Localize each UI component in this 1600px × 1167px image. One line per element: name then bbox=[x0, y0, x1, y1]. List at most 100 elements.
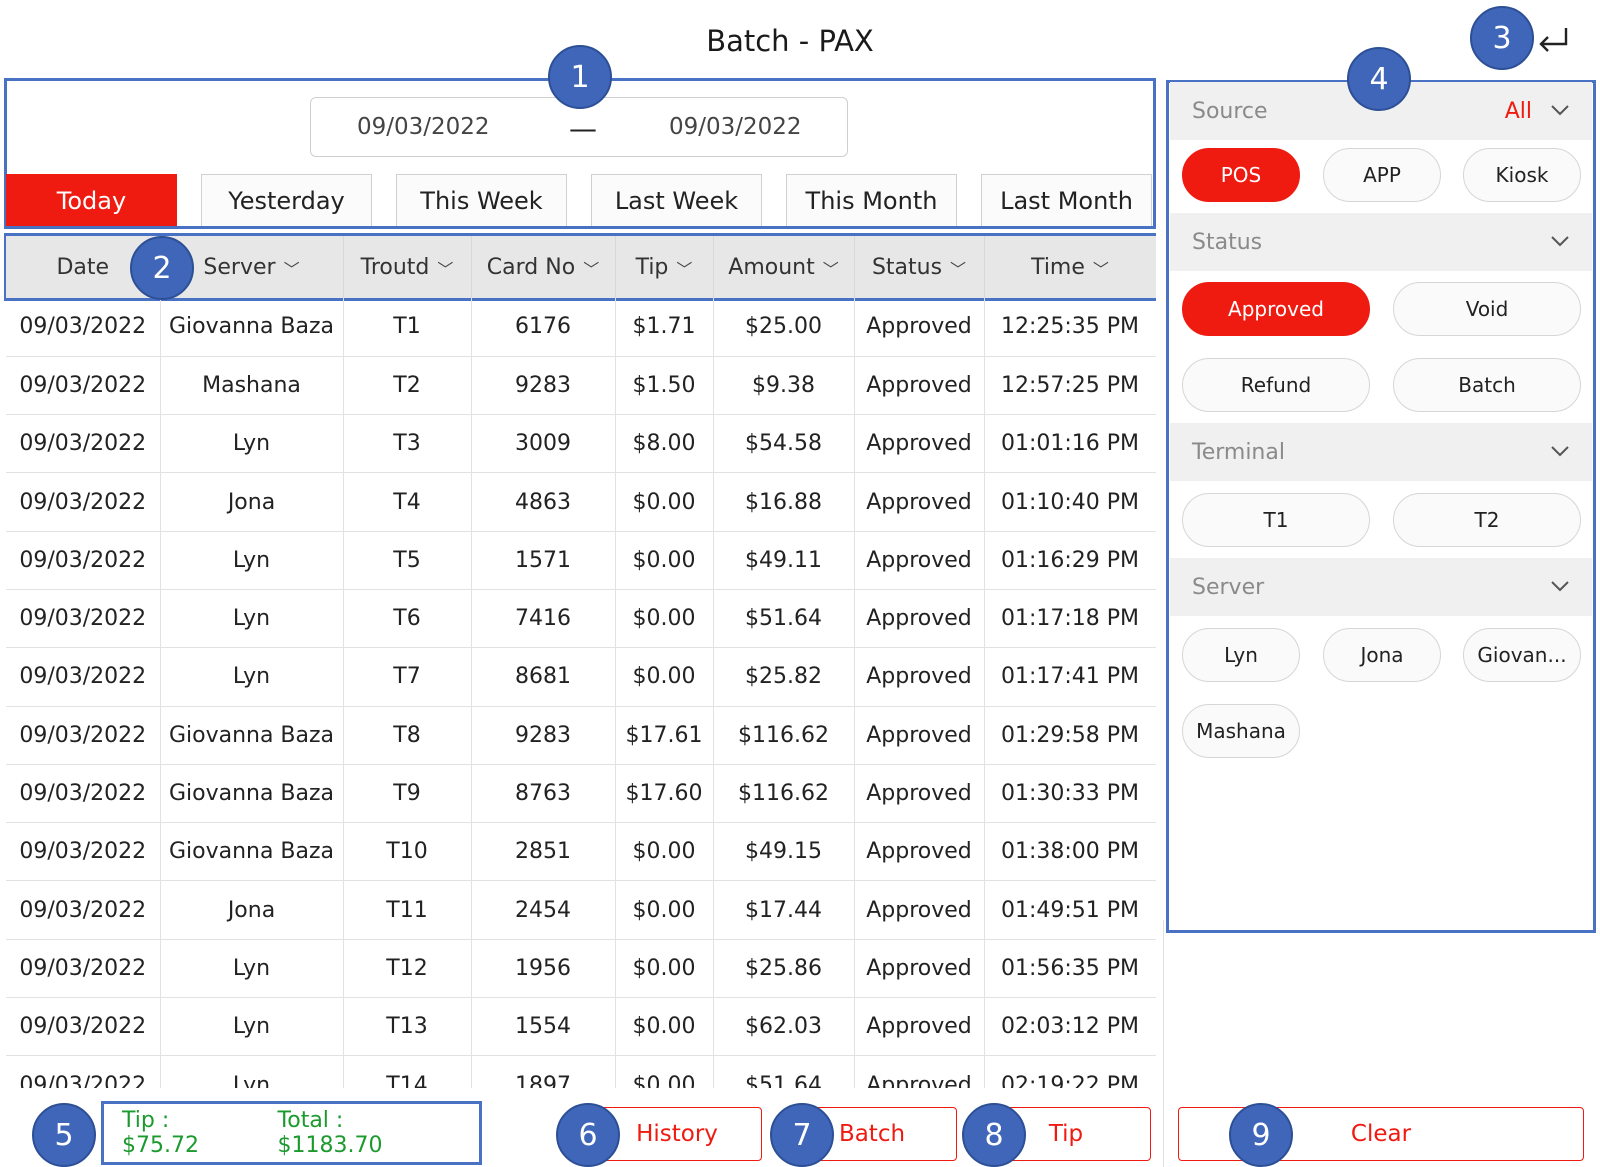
chevron-down-icon bbox=[1551, 446, 1569, 457]
chevron-down-icon bbox=[1551, 105, 1569, 116]
cell-time: 02:03:12 PM bbox=[984, 997, 1156, 1057]
column-header-card-no[interactable]: Card No ﹀ bbox=[471, 236, 616, 298]
cell-status: Approved bbox=[854, 531, 985, 590]
column-header-tip[interactable]: Tip ﹀ bbox=[615, 236, 714, 298]
column-header-status[interactable]: Status ﹀ bbox=[854, 236, 985, 298]
filter-chip-status-batch[interactable]: Batch bbox=[1393, 358, 1581, 412]
filter-section-label: Source bbox=[1192, 98, 1268, 124]
table-row[interactable]: 09/03/2022 Lyn T12 1956 $0.00 $25.86 Approved 0… bbox=[6, 939, 1156, 999]
chevron-down-icon: ﹀ bbox=[822, 259, 839, 279]
cell-amount: $116.62 bbox=[713, 764, 855, 824]
callout-1: 1 bbox=[548, 45, 612, 109]
table-row[interactable]: 09/03/2022 Giovanna Baza T1 6176 $1.71 $25.00… bbox=[6, 298, 1156, 357]
filter-chip-status-void[interactable]: Void bbox=[1393, 282, 1581, 336]
cell-amount: $16.88 bbox=[713, 472, 855, 532]
cell-troutd: T12 bbox=[343, 939, 472, 999]
chevron-down-icon: ﹀ bbox=[283, 259, 300, 279]
filter-section-server[interactable]: Server bbox=[1170, 558, 1592, 616]
cell-tip: $0.00 bbox=[615, 997, 714, 1057]
column-header-troutd[interactable]: Troutd ﹀ bbox=[343, 236, 472, 298]
cell-amount: $116.62 bbox=[713, 706, 855, 765]
cell-time: 12:25:35 PM bbox=[984, 298, 1156, 357]
column-header-time[interactable]: Time ﹀ bbox=[984, 236, 1156, 298]
cell-server: Lyn bbox=[160, 939, 344, 999]
table-row[interactable]: 09/03/2022 Jona T4 4863 $0.00 $16.88 Approved 0… bbox=[6, 472, 1156, 532]
chevron-down-icon: ﹀ bbox=[676, 259, 693, 279]
cell-card-no: 1554 bbox=[471, 997, 616, 1057]
table-row[interactable]: 09/03/2022 Jona T11 2454 $0.00 $17.44 Approved… bbox=[6, 880, 1156, 940]
cell-status: Approved bbox=[854, 706, 985, 765]
filter-chip-source-app[interactable]: APP bbox=[1323, 148, 1441, 202]
filter-chip-status-refund[interactable]: Refund bbox=[1182, 358, 1370, 412]
table-row[interactable]: 09/03/2022 Giovanna Baza T9 8763 $17.60 $116.… bbox=[6, 764, 1156, 824]
filter-chip-server-mashana[interactable]: Mashana bbox=[1182, 704, 1300, 758]
filter-chip-server-lyn[interactable]: Lyn bbox=[1182, 628, 1300, 682]
chevron-down-icon: ﹀ bbox=[437, 259, 454, 279]
table-row[interactable]: 09/03/2022 Lyn T14 1897 $0.00 $51.64 Approved 0… bbox=[6, 1055, 1156, 1088]
cell-status: Approved bbox=[854, 298, 985, 357]
filter-section-status[interactable]: Status bbox=[1170, 213, 1592, 271]
cell-date: 09/03/2022 bbox=[6, 356, 161, 416]
quick-range-this-week[interactable]: This Week bbox=[396, 174, 567, 226]
cell-time: 01:16:29 PM bbox=[984, 531, 1156, 590]
cell-time: 01:49:51 PM bbox=[984, 880, 1156, 940]
cell-date: 09/03/2022 bbox=[6, 531, 161, 590]
cell-amount: $9.38 bbox=[713, 356, 855, 416]
quick-range-this-month[interactable]: This Month bbox=[786, 174, 957, 226]
cell-status: Approved bbox=[854, 880, 985, 940]
return-arrow-icon[interactable] bbox=[1536, 22, 1574, 60]
cell-card-no: 9283 bbox=[471, 706, 616, 765]
table-row[interactable]: 09/03/2022 Giovanna Baza T8 9283 $17.61 $116.… bbox=[6, 706, 1156, 765]
filter-chip-source-pos[interactable]: POS bbox=[1182, 148, 1300, 202]
cell-tip: $0.00 bbox=[615, 589, 714, 649]
column-header-amount[interactable]: Amount ﹀ bbox=[713, 236, 855, 298]
cell-server: Giovanna Baza bbox=[160, 298, 344, 357]
cell-amount: $25.86 bbox=[713, 939, 855, 999]
cell-server: Lyn bbox=[160, 997, 344, 1057]
source-current-value: All bbox=[1504, 98, 1532, 124]
cell-tip: $17.60 bbox=[615, 764, 714, 824]
callout-9: 9 bbox=[1229, 1103, 1293, 1167]
table-row[interactable]: 09/03/2022 Lyn T5 1571 $0.00 $49.11 Approved 01… bbox=[6, 531, 1156, 590]
cell-status: Approved bbox=[854, 822, 985, 882]
cell-status: Approved bbox=[854, 589, 985, 649]
cell-date: 09/03/2022 bbox=[6, 939, 161, 999]
cell-troutd: T10 bbox=[343, 822, 472, 882]
callout-5: 5 bbox=[32, 1103, 96, 1167]
cell-amount: $62.03 bbox=[713, 997, 855, 1057]
table-row[interactable]: 09/03/2022 Lyn T3 3009 $8.00 $54.58 Approved 01… bbox=[6, 414, 1156, 474]
table-row[interactable]: 09/03/2022 Lyn T6 7416 $0.00 $51.64 Approved 01… bbox=[6, 589, 1156, 649]
table-row[interactable]: 09/03/2022 Lyn T13 1554 $0.00 $62.03 Approved 0… bbox=[6, 997, 1156, 1057]
quick-range-today[interactable]: Today bbox=[6, 174, 177, 226]
cell-time: 01:17:41 PM bbox=[984, 647, 1156, 707]
filter-section-label: Server bbox=[1192, 574, 1265, 600]
chevron-down-icon: ﹀ bbox=[1092, 259, 1109, 279]
cell-status: Approved bbox=[854, 414, 985, 474]
cell-tip: $0.00 bbox=[615, 531, 714, 590]
date-to[interactable]: 09/03/2022 bbox=[669, 114, 802, 140]
totals-summary: Tip : $75.72 Total : $1183.70 bbox=[101, 1101, 482, 1165]
cell-amount: $51.64 bbox=[713, 1055, 855, 1088]
quick-range-yesterday[interactable]: Yesterday bbox=[201, 174, 372, 226]
filter-chip-server-giovanna[interactable]: Giovan... bbox=[1463, 628, 1581, 682]
filter-section-terminal[interactable]: Terminal bbox=[1170, 423, 1592, 481]
cell-card-no: 9283 bbox=[471, 356, 616, 416]
filter-chip-server-jona[interactable]: Jona bbox=[1323, 628, 1441, 682]
date-from[interactable]: 09/03/2022 bbox=[357, 114, 490, 140]
table-row[interactable]: 09/03/2022 Mashana T2 9283 $1.50 $9.38 Approve… bbox=[6, 356, 1156, 416]
table-row[interactable]: 09/03/2022 Giovanna Baza T10 2851 $0.00 $49.1… bbox=[6, 822, 1156, 882]
cell-troutd: T3 bbox=[343, 414, 472, 474]
filter-chip-status-approved[interactable]: Approved bbox=[1182, 282, 1370, 336]
cell-time: 01:29:58 PM bbox=[984, 706, 1156, 765]
quick-range-last-month[interactable]: Last Month bbox=[981, 174, 1152, 226]
quick-range-last-week[interactable]: Last Week bbox=[591, 174, 762, 226]
cell-status: Approved bbox=[854, 764, 985, 824]
filter-chip-terminal-t2[interactable]: T2 bbox=[1393, 493, 1581, 547]
chevron-down-icon: ﹀ bbox=[950, 259, 967, 279]
cell-status: Approved bbox=[854, 647, 985, 707]
table-row[interactable]: 09/03/2022 Lyn T7 8681 $0.00 $25.82 Approved 01… bbox=[6, 647, 1156, 707]
cell-status: Approved bbox=[854, 472, 985, 532]
cell-status: Approved bbox=[854, 939, 985, 999]
filter-chip-terminal-t1[interactable]: T1 bbox=[1182, 493, 1370, 547]
filter-chip-source-kiosk[interactable]: Kiosk bbox=[1463, 148, 1581, 202]
